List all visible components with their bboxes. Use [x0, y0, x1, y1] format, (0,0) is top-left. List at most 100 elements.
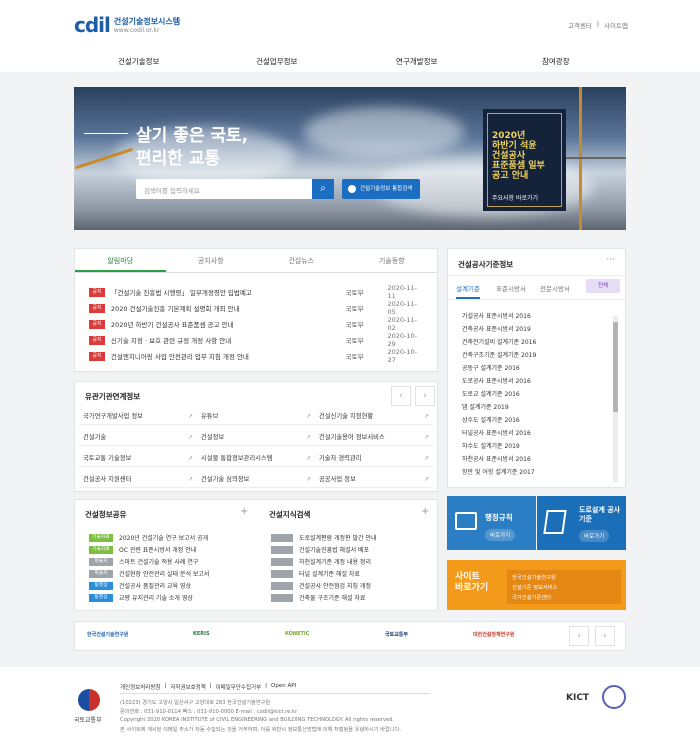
notice-title[interactable]: 2020 건설기술진흥 기본계획 설명회 개최 안내 — [111, 303, 346, 313]
footer-link-copyright[interactable]: 저작권보호정책 — [170, 683, 205, 691]
more-icon[interactable]: ··· — [606, 255, 615, 265]
list-text[interactable]: 하천설계기준 개정 내용 정리 — [299, 557, 371, 566]
standard-item[interactable]: 상수도 설계기준 2016 — [462, 415, 520, 424]
search-button[interactable]: ⌕ — [312, 179, 334, 199]
nav-item-participation[interactable]: 참여광장 — [542, 56, 570, 67]
scrollbar-thumb[interactable] — [613, 322, 618, 412]
related-link[interactable]: 시설물 통합정보관리시스템 ↗ — [197, 450, 315, 467]
related-link[interactable]: 국가연구개발사업 정보 ↗ — [79, 408, 197, 425]
list-item[interactable]: 동영상 건설공사 품질관리 교육 영상 — [89, 581, 191, 590]
tab-news[interactable]: 건설뉴스 — [256, 249, 347, 272]
list-text[interactable]: 건설공사 안전점검 지침 개정 — [299, 581, 371, 590]
rules-banner[interactable]: 행정규칙 바로가기 — [447, 496, 536, 550]
standard-item[interactable]: 가설공사 표준시방서 2016 — [462, 311, 531, 320]
util-link-sitemap[interactable]: 사이트맵 — [604, 20, 628, 30]
notice-row[interactable]: 공지 신기술 지정 · 보호 관련 규정 개정 사항 안내 국토부 2020-1… — [89, 332, 425, 348]
prev-button[interactable]: ‹ — [391, 386, 411, 406]
notice-row[interactable]: 공지 「건설기술 진흥법 시행령」 일부개정령안 입법예고 국토부 2020-1… — [89, 284, 425, 300]
notice-row[interactable]: 공지 2020년 하반기 건설공사 표준품셈 공고 안내 국토부 2020-11… — [89, 316, 425, 332]
partner-logo-molit[interactable]: 국토교통부 — [385, 631, 408, 638]
hero-notice-card[interactable]: 2020년 하반기 석윤 건설공사 표준품셈 일부 공고 안내 주요사항 바로가… — [483, 109, 566, 211]
list-item[interactable]: 도로설계편람 개정판 발간 안내 — [271, 533, 376, 542]
notice-title[interactable]: 2020년 하반기 건설공사 표준품셈 공고 안내 — [111, 319, 346, 329]
standard-item[interactable]: 건축공사 표준시방서 2019 — [462, 324, 531, 333]
list-text[interactable]: 건설현장 안전관리 실태 분석 보고서 — [119, 569, 209, 578]
footer-link-privacy[interactable]: 개인정보처리방침 — [120, 683, 160, 691]
list-text[interactable]: OC 관련 표준시방서 개정 안내 — [119, 545, 196, 554]
nav-item-tech[interactable]: 건설기술정보 — [118, 56, 159, 67]
partner-logo-research[interactable]: 대한건설정책연구원 — [473, 631, 514, 638]
list-text[interactable]: 교량 유지관리 기술 소개 영상 — [119, 593, 193, 602]
more-plus-icon[interactable]: + — [421, 506, 429, 517]
next-button[interactable]: › — [415, 386, 435, 406]
site-shortcut-item[interactable]: 건설기준 정보서비스 — [512, 583, 616, 593]
nav-item-rnd[interactable]: 연구개발정보 — [396, 56, 437, 67]
standard-item[interactable]: 건축구조기준 설계기준 2019 — [462, 350, 536, 359]
related-link[interactable]: 공공사업 정보 ↗ — [315, 471, 433, 488]
standard-item[interactable]: 건축전기설비 설계기준 2016 — [462, 337, 536, 346]
footer-link-email[interactable]: 이메일무단수집거부 — [216, 683, 262, 691]
notice-row[interactable]: 공지 건설엔지니어링 사업 안전관리 업무 지침 개정 안내 국토부 2020-… — [89, 348, 425, 364]
related-link[interactable]: 건설기술 심의정보 ↗ — [197, 471, 315, 488]
standards-banner[interactable]: 도로설계 공사기준 바로가기 — [537, 496, 626, 550]
related-link[interactable]: 건설정보 ↗ — [197, 429, 315, 446]
list-text[interactable]: 터널 설계기준 해설 자료 — [299, 569, 360, 578]
partner-logo-kict[interactable]: 한국건설기술연구원 — [87, 631, 128, 638]
nav-item-work[interactable]: 건설업무정보 — [256, 56, 297, 67]
standard-item[interactable]: 댐 설계기준 2019 — [462, 402, 509, 411]
partner-logo-konetic[interactable]: KONETIC — [285, 631, 309, 637]
rules-link[interactable]: 바로가기 — [485, 529, 516, 541]
tab-trends[interactable]: 기술동향 — [347, 249, 438, 272]
standard-item[interactable]: 도로공사 표준시방서 2016 — [462, 376, 531, 385]
footer-link-api[interactable]: Open API — [271, 683, 296, 691]
list-text[interactable]: 스마트 건설기술 적용 사례 연구 — [119, 557, 198, 566]
tab-notifications[interactable]: 알림마당 — [75, 249, 166, 272]
standard-item[interactable]: 공동구 설계기준 2016 — [462, 363, 520, 372]
search-input[interactable]: 검색어를 입력하세요 — [136, 179, 334, 199]
list-item[interactable]: 기술자료 OC 관련 표준시방서 개정 안내 — [89, 545, 196, 554]
util-link-help[interactable]: 고객센터 — [568, 20, 592, 30]
notice-title[interactable]: 신기술 지정 · 보호 관련 규정 개정 사항 안내 — [111, 335, 346, 345]
standard-item[interactable]: 항만 및 어항 설계기준 2017 — [462, 467, 535, 476]
site-shortcut-item[interactable]: 국가건설기준센터 — [512, 593, 616, 603]
related-link[interactable]: 건설공사 지원센터 ↗ — [79, 471, 197, 488]
notice-row[interactable]: 공지 2020 건설기술진흥 기본계획 설명회 개최 안내 국토부 2020-1… — [89, 300, 425, 316]
list-text[interactable]: 2020년 건설기술 연구 보고서 공개 — [119, 533, 208, 542]
list-item[interactable]: 기술자료 2020년 건설기술 연구 보고서 공개 — [89, 533, 208, 542]
related-link[interactable]: 건설기술 ↗ — [79, 429, 197, 446]
list-item[interactable]: 동영상 교량 유지관리 기술 소개 영상 — [89, 593, 193, 602]
list-text[interactable]: 도로설계편람 개정판 발간 안내 — [299, 533, 376, 542]
list-item[interactable]: 건설기술진흥법 해설서 배포 — [271, 545, 369, 554]
standard-item[interactable]: 하수도 설계기준 2019 — [462, 441, 520, 450]
related-link[interactable]: 유튜브 ↗ — [197, 408, 315, 425]
related-link[interactable]: 기술자 경력관리 ↗ — [315, 450, 433, 467]
hero-notice-link[interactable]: 주요사항 바로가기 — [492, 193, 560, 202]
related-link[interactable]: 국토교통 기술정보 ↗ — [79, 450, 197, 467]
list-item[interactable]: 건축물 구조기준 해설 자료 — [271, 593, 365, 602]
site-shortcut-banner[interactable]: 사이트 바로가기 한국건설기술연구원 건설기준 정보서비스 국가건설기준센터 — [447, 560, 626, 610]
tab-notices[interactable]: 공지사항 — [166, 249, 257, 272]
integrated-search-button[interactable]: 건설기술정보 통합검색 — [342, 179, 420, 199]
related-link[interactable]: 건설신기술 지정현황 ↗ — [315, 408, 433, 425]
notice-title[interactable]: 「건설기술 진흥법 시행령」 일부개정령안 입법예고 — [111, 287, 346, 297]
standard-item[interactable]: 터널공사 표준시방서 2016 — [462, 428, 531, 437]
list-text[interactable]: 건설공사 품질관리 교육 영상 — [119, 581, 191, 590]
notice-title[interactable]: 건설엔지니어링 사업 안전관리 업무 지침 개정 안내 — [111, 351, 346, 361]
standards-banner-link[interactable]: 바로가기 — [579, 530, 610, 542]
partner-next-button[interactable]: › — [595, 626, 615, 646]
list-item[interactable]: 하천설계기준 개정 내용 정리 — [271, 557, 371, 566]
list-text[interactable]: 건축물 구조기준 해설 자료 — [299, 593, 365, 602]
tab-design-standard[interactable]: 설계기준 — [456, 283, 480, 299]
filter-all-button[interactable]: 전체 — [586, 279, 620, 293]
site-logo[interactable]: cdil 건설기술정보시스템 www.codil.or.kr — [74, 13, 180, 37]
list-item[interactable]: 건설공사 안전점검 지침 개정 — [271, 581, 371, 590]
partner-prev-button[interactable]: ‹ — [569, 626, 589, 646]
site-shortcut-item[interactable]: 한국건설기술연구원 — [512, 573, 616, 583]
list-item[interactable]: 학술지 건설현장 안전관리 실태 분석 보고서 — [89, 569, 209, 578]
list-text[interactable]: 건설기술진흥법 해설서 배포 — [299, 545, 369, 554]
list-item[interactable]: 터널 설계기준 해설 자료 — [271, 569, 360, 578]
list-item[interactable]: 학술지 스마트 건설기술 적용 사례 연구 — [89, 557, 198, 566]
standard-item[interactable]: 하천공사 표준시방서 2016 — [462, 454, 531, 463]
more-plus-icon[interactable]: + — [240, 506, 248, 517]
standard-item[interactable]: 도로교 설계기준 2016 — [462, 389, 520, 398]
